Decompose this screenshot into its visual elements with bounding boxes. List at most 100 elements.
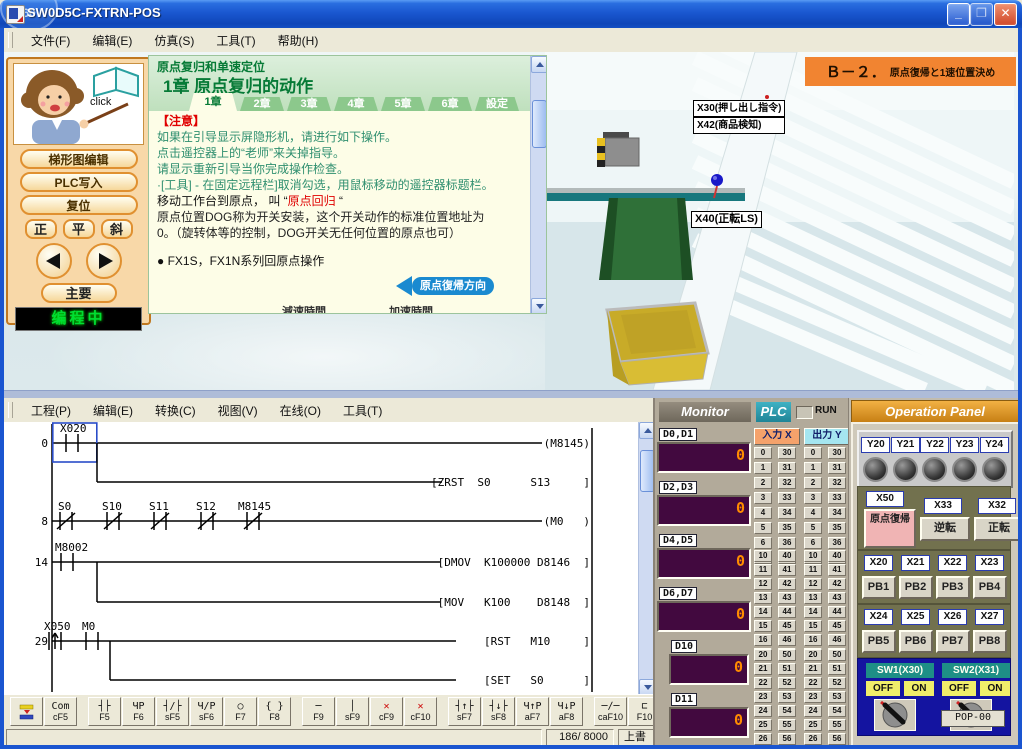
menu-item[interactable]: 文件(F) [20, 29, 81, 52]
plc-x-cell[interactable]: 30 [778, 447, 796, 459]
plc-x-cell[interactable]: 25 [754, 719, 772, 731]
tab-chapter-3[interactable]: 3章 [287, 97, 331, 111]
plc-x-cell[interactable]: 13 [754, 592, 772, 604]
plc-x-cell[interactable]: 43 [778, 592, 796, 604]
sw1-rotary-switch[interactable] [874, 699, 916, 731]
plc-x-cell[interactable]: 44 [778, 606, 796, 618]
plc-x-cell[interactable]: 31 [778, 462, 796, 474]
maximize-button[interactable]: ❐ [970, 3, 993, 26]
plc-x-cell[interactable]: 40 [778, 550, 796, 562]
pushbutton[interactable]: PB2 [899, 576, 933, 599]
menu-item[interactable]: 编辑(E) [82, 399, 144, 422]
plc-x-cell[interactable]: 50 [778, 649, 796, 661]
plc-x-cell[interactable]: 23 [754, 691, 772, 703]
toolbar-button[interactable]: ○ F7 [224, 697, 257, 726]
plc-x-cell[interactable]: 14 [754, 606, 772, 618]
ladder-scrollbar[interactable] [638, 422, 654, 694]
plc-x-cell[interactable]: 6 [754, 537, 772, 549]
menu-item[interactable]: 在线(O) [269, 399, 332, 422]
toolbar-button[interactable]: ┤↓├ sF8 [482, 697, 515, 726]
menu-item[interactable]: 工具(T) [205, 29, 266, 52]
toolbar-button[interactable]: ЧР F6 [122, 697, 155, 726]
tab-chapter-6[interactable]: 6章 [428, 97, 472, 111]
plc-x-cell[interactable]: 42 [778, 578, 796, 590]
menu-item[interactable]: 帮助(H) [267, 29, 330, 52]
plc-x-cell[interactable]: 22 [754, 677, 772, 689]
menu-item[interactable]: 仿真(S) [143, 29, 205, 52]
plc-x-cell[interactable]: 54 [778, 705, 796, 717]
plc-x-cell[interactable]: 45 [778, 620, 796, 632]
toolbar-button[interactable]: │ sF9 [336, 697, 369, 726]
toolbar-button[interactable]: Ч/Р sF6 [190, 697, 223, 726]
next-button[interactable] [86, 243, 122, 279]
plc-x-cell[interactable]: 35 [778, 522, 796, 534]
plc-x-cell[interactable]: 26 [754, 733, 772, 745]
plc-x-cell[interactable]: 1 [754, 462, 772, 474]
plc-x-cell[interactable]: 21 [754, 663, 772, 675]
pushbutton[interactable]: PB4 [973, 576, 1007, 599]
toolbar-button[interactable]: ┤├ F5 [88, 697, 121, 726]
mode-button[interactable]: 正 [25, 219, 57, 239]
menu-item[interactable]: 工具(T) [332, 399, 393, 422]
plc-x-cell[interactable]: 34 [778, 507, 796, 519]
toolbar-button[interactable]: Ч↑Р aF7 [516, 697, 549, 726]
plc-x-cell[interactable]: 36 [778, 537, 796, 549]
tab-chapter-1[interactable]: 1章 [189, 93, 237, 111]
plc-x-cell[interactable]: 32 [778, 477, 796, 489]
toolbar-button[interactable]: ┤↑├ sF7 [448, 697, 481, 726]
plc-x-cell[interactable]: 55 [778, 719, 796, 731]
toolbar-button[interactable]: ✕ cF9 [370, 697, 403, 726]
plc-x-cell[interactable]: 41 [778, 564, 796, 576]
scroll-up-icon[interactable] [531, 56, 547, 73]
scrollbar-thumb[interactable] [532, 100, 547, 148]
toolbar-button[interactable]: Com cF5 [44, 697, 77, 726]
plc-x-cell[interactable]: 53 [778, 691, 796, 703]
tutorial-scrollbar[interactable] [530, 56, 547, 313]
forward-button[interactable]: 正転 [974, 517, 1022, 541]
plc-x-cell[interactable]: 10 [754, 550, 772, 562]
prev-button[interactable] [36, 243, 72, 279]
plc-x-cell[interactable]: 15 [754, 620, 772, 632]
reverse-button[interactable]: 逆転 [920, 517, 970, 541]
menu-item[interactable]: 编辑(E) [81, 29, 143, 52]
toolbar-button[interactable]: { } F8 [258, 697, 291, 726]
remote-button[interactable]: 复位 [20, 195, 138, 215]
ladder-symbol-icon-button[interactable] [10, 697, 43, 726]
origin-return-button[interactable]: 原点復帰 [864, 509, 916, 548]
plc-x-cell[interactable]: 16 [754, 634, 772, 646]
mode-button[interactable]: 平 [63, 219, 95, 239]
plc-x-cell[interactable]: 24 [754, 705, 772, 717]
minimize-button[interactable]: _ [947, 3, 970, 26]
plc-x-cell[interactable]: 52 [778, 677, 796, 689]
tab-settings[interactable]: 設定 [475, 97, 519, 111]
plc-x-cell[interactable]: 12 [754, 578, 772, 590]
plc-x-cell[interactable]: 3 [754, 492, 772, 504]
main-button[interactable]: 主要 [41, 283, 117, 303]
plc-x-cell[interactable]: 4 [754, 507, 772, 519]
plc-x-cell[interactable]: 2 [754, 477, 772, 489]
close-button[interactable]: ✕ [994, 3, 1017, 26]
plc-x-cell[interactable]: 46 [778, 634, 796, 646]
tab-chapter-2[interactable]: 2章 [240, 97, 284, 111]
plc-x-cell[interactable]: 20 [754, 649, 772, 661]
plc-x-cell[interactable]: 5 [754, 522, 772, 534]
plc-x-cell[interactable]: 33 [778, 492, 796, 504]
toolbar-button[interactable]: ┤/├ sF5 [156, 697, 189, 726]
plc-x-cell[interactable]: 56 [778, 733, 796, 745]
remote-button[interactable]: 梯形图编辑 [20, 149, 138, 169]
teacher-illustration[interactable]: click [13, 63, 144, 145]
menu-item[interactable]: 转换(C) [144, 399, 207, 422]
ladder-canvas[interactable]: 0 X020 (M8145) [ZRST S0 S13 ] 8 [4, 422, 638, 694]
pushbutton[interactable]: PB3 [936, 576, 970, 599]
toolbar-button[interactable]: ─ F9 [302, 697, 335, 726]
plc-x-cell[interactable]: 0 [754, 447, 772, 459]
toolbar-button[interactable]: ✕ cF10 [404, 697, 437, 726]
menu-item[interactable]: 视图(V) [207, 399, 269, 422]
tab-chapter-4[interactable]: 4章 [334, 97, 378, 111]
tab-chapter-5[interactable]: 5章 [381, 97, 425, 111]
mode-button[interactable]: 斜 [101, 219, 133, 239]
remote-button[interactable]: PLC写入 [20, 172, 138, 192]
pushbutton[interactable]: PB5 [862, 630, 896, 653]
pushbutton[interactable]: PB8 [973, 630, 1007, 653]
plc-x-cell[interactable]: 11 [754, 564, 772, 576]
